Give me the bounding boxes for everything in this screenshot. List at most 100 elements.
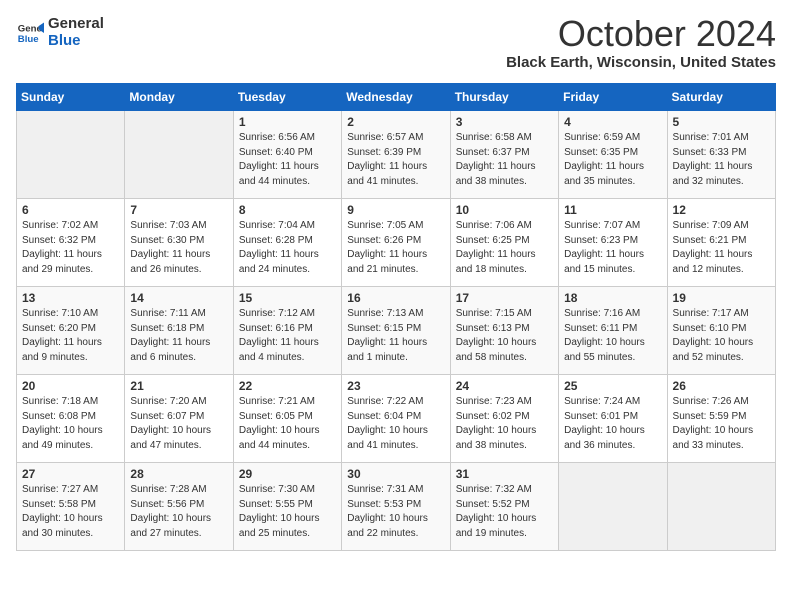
table-row: 2Sunrise: 6:57 AMSunset: 6:39 PMDaylight…	[342, 111, 450, 199]
sunrise-text: Sunrise: 7:01 AM	[673, 131, 770, 146]
daylight-text: Daylight: 10 hours and 19 minutes.	[456, 512, 553, 541]
sunset-text: Sunset: 6:25 PM	[456, 234, 553, 249]
daylight-text: Daylight: 11 hours and 41 minutes.	[347, 160, 444, 189]
day-number: 6	[22, 203, 119, 217]
logo-text: General Blue	[48, 16, 104, 49]
day-info: Sunrise: 7:02 AMSunset: 6:32 PMDaylight:…	[22, 219, 119, 277]
sunset-text: Sunset: 6:01 PM	[564, 410, 661, 425]
day-info: Sunrise: 7:07 AMSunset: 6:23 PMDaylight:…	[564, 219, 661, 277]
day-number: 2	[347, 115, 444, 129]
day-number: 17	[456, 291, 553, 305]
logo-icon: General Blue	[16, 19, 44, 47]
month-title: October 2024	[506, 16, 776, 52]
calendar-week-row: 20 Sunrise: 7:18 AMSunset: 6:08 PMDayligh…	[17, 375, 776, 463]
daylight-text: Daylight: 10 hours and 25 minutes.	[239, 512, 336, 541]
daylight-text: Daylight: 11 hours and 6 minutes.	[130, 336, 227, 365]
daylight-text: Daylight: 11 hours and 21 minutes.	[347, 248, 444, 277]
table-row: 12Sunrise: 7:09 AMSunset: 6:21 PMDayligh…	[667, 199, 775, 287]
sunset-text: Sunset: 6:37 PM	[456, 146, 553, 161]
sunrise-text: Sunrise: 7:13 AM	[347, 307, 444, 322]
table-row: 26Sunrise: 7:26 AMSunset: 5:59 PMDayligh…	[667, 375, 775, 463]
table-row: 29Sunrise: 7:30 AMSunset: 5:55 PMDayligh…	[233, 463, 341, 551]
page-header: General Blue General Blue October 2024 B…	[16, 16, 776, 71]
day-info: Sunrise: 7:24 AMSunset: 6:01 PMDaylight:…	[564, 395, 661, 453]
header-friday: Friday	[559, 84, 667, 111]
sunset-text: Sunset: 6:02 PM	[456, 410, 553, 425]
day-number: 31	[456, 467, 553, 481]
daylight-text: Daylight: 10 hours and 49 minutes.	[22, 424, 119, 453]
sunrise-text: Sunrise: 7:02 AM	[22, 219, 119, 234]
day-number: 20	[22, 379, 119, 393]
day-info: Sunrise: 7:20 AMSunset: 6:07 PMDaylight:…	[130, 395, 227, 453]
day-number: 4	[564, 115, 661, 129]
sunrise-text: Sunrise: 7:16 AM	[564, 307, 661, 322]
sunrise-text: Sunrise: 6:58 AM	[456, 131, 553, 146]
day-number: 22	[239, 379, 336, 393]
day-info: Sunrise: 7:30 AMSunset: 5:55 PMDaylight:…	[239, 483, 336, 541]
day-number: 11	[564, 203, 661, 217]
day-number: 7	[130, 203, 227, 217]
sunrise-text: Sunrise: 7:27 AM	[22, 483, 119, 498]
day-info: Sunrise: 7:13 AMSunset: 6:15 PMDaylight:…	[347, 307, 444, 365]
table-row: 21 Sunrise: 7:20 AMSunset: 6:07 PMDayligh…	[125, 375, 233, 463]
sunrise-text: Sunrise: 7:26 AM	[673, 395, 770, 410]
day-number: 16	[347, 291, 444, 305]
calendar-week-row: 13 Sunrise: 7:10 AMSunset: 6:20 PMDayligh…	[17, 287, 776, 375]
day-info: Sunrise: 7:11 AMSunset: 6:18 PMDaylight:…	[130, 307, 227, 365]
day-number: 21	[130, 379, 227, 393]
sunset-text: Sunset: 6:20 PM	[22, 322, 119, 337]
daylight-text: Daylight: 11 hours and 1 minute.	[347, 336, 444, 365]
sunrise-text: Sunrise: 7:04 AM	[239, 219, 336, 234]
table-row: 27Sunrise: 7:27 AMSunset: 5:58 PMDayligh…	[17, 463, 125, 551]
daylight-text: Daylight: 10 hours and 44 minutes.	[239, 424, 336, 453]
sunrise-text: Sunrise: 7:23 AM	[456, 395, 553, 410]
table-row: 23Sunrise: 7:22 AMSunset: 6:04 PMDayligh…	[342, 375, 450, 463]
sunset-text: Sunset: 6:33 PM	[673, 146, 770, 161]
sunset-text: Sunset: 6:28 PM	[239, 234, 336, 249]
day-info: Sunrise: 7:05 AMSunset: 6:26 PMDaylight:…	[347, 219, 444, 277]
sunrise-text: Sunrise: 7:30 AM	[239, 483, 336, 498]
table-row: 7 Sunrise: 7:03 AMSunset: 6:30 PMDaylight…	[125, 199, 233, 287]
day-number: 13	[22, 291, 119, 305]
sunset-text: Sunset: 6:26 PM	[347, 234, 444, 249]
day-info: Sunrise: 7:10 AMSunset: 6:20 PMDaylight:…	[22, 307, 119, 365]
day-number: 25	[564, 379, 661, 393]
logo: General Blue General Blue	[16, 16, 104, 49]
day-info: Sunrise: 7:18 AMSunset: 6:08 PMDaylight:…	[22, 395, 119, 453]
daylight-text: Daylight: 10 hours and 27 minutes.	[130, 512, 227, 541]
sunrise-text: Sunrise: 7:12 AM	[239, 307, 336, 322]
sunrise-text: Sunrise: 6:59 AM	[564, 131, 661, 146]
table-row: 11 Sunrise: 7:07 AMSunset: 6:23 PMDayligh…	[559, 199, 667, 287]
table-row: 6 Sunrise: 7:02 AMSunset: 6:32 PMDaylight…	[17, 199, 125, 287]
table-row: 4 Sunrise: 6:59 AMSunset: 6:35 PMDaylight…	[559, 111, 667, 199]
table-row: 13 Sunrise: 7:10 AMSunset: 6:20 PMDayligh…	[17, 287, 125, 375]
daylight-text: Daylight: 10 hours and 55 minutes.	[564, 336, 661, 365]
sunset-text: Sunset: 6:40 PM	[239, 146, 336, 161]
sunrise-text: Sunrise: 7:32 AM	[456, 483, 553, 498]
day-number: 12	[673, 203, 770, 217]
day-number: 8	[239, 203, 336, 217]
daylight-text: Daylight: 10 hours and 47 minutes.	[130, 424, 227, 453]
day-number: 23	[347, 379, 444, 393]
sunset-text: Sunset: 5:55 PM	[239, 498, 336, 513]
header-monday: Monday	[125, 84, 233, 111]
daylight-text: Daylight: 10 hours and 58 minutes.	[456, 336, 553, 365]
sunset-text: Sunset: 6:35 PM	[564, 146, 661, 161]
sunrise-text: Sunrise: 7:11 AM	[130, 307, 227, 322]
daylight-text: Daylight: 11 hours and 24 minutes.	[239, 248, 336, 277]
daylight-text: Daylight: 11 hours and 44 minutes.	[239, 160, 336, 189]
day-info: Sunrise: 7:26 AMSunset: 5:59 PMDaylight:…	[673, 395, 770, 453]
day-info: Sunrise: 6:59 AMSunset: 6:35 PMDaylight:…	[564, 131, 661, 189]
day-number: 24	[456, 379, 553, 393]
table-row: 20 Sunrise: 7:18 AMSunset: 6:08 PMDayligh…	[17, 375, 125, 463]
table-row: 8 Sunrise: 7:04 AMSunset: 6:28 PMDaylight…	[233, 199, 341, 287]
calendar-week-row: 6 Sunrise: 7:02 AMSunset: 6:32 PMDaylight…	[17, 199, 776, 287]
sunrise-text: Sunrise: 7:24 AM	[564, 395, 661, 410]
day-info: Sunrise: 7:28 AMSunset: 5:56 PMDaylight:…	[130, 483, 227, 541]
day-info: Sunrise: 7:06 AMSunset: 6:25 PMDaylight:…	[456, 219, 553, 277]
day-info: Sunrise: 7:03 AMSunset: 6:30 PMDaylight:…	[130, 219, 227, 277]
calendar-week-row: 27Sunrise: 7:27 AMSunset: 5:58 PMDayligh…	[17, 463, 776, 551]
sunrise-text: Sunrise: 6:57 AM	[347, 131, 444, 146]
header-thursday: Thursday	[450, 84, 558, 111]
sunrise-text: Sunrise: 7:05 AM	[347, 219, 444, 234]
